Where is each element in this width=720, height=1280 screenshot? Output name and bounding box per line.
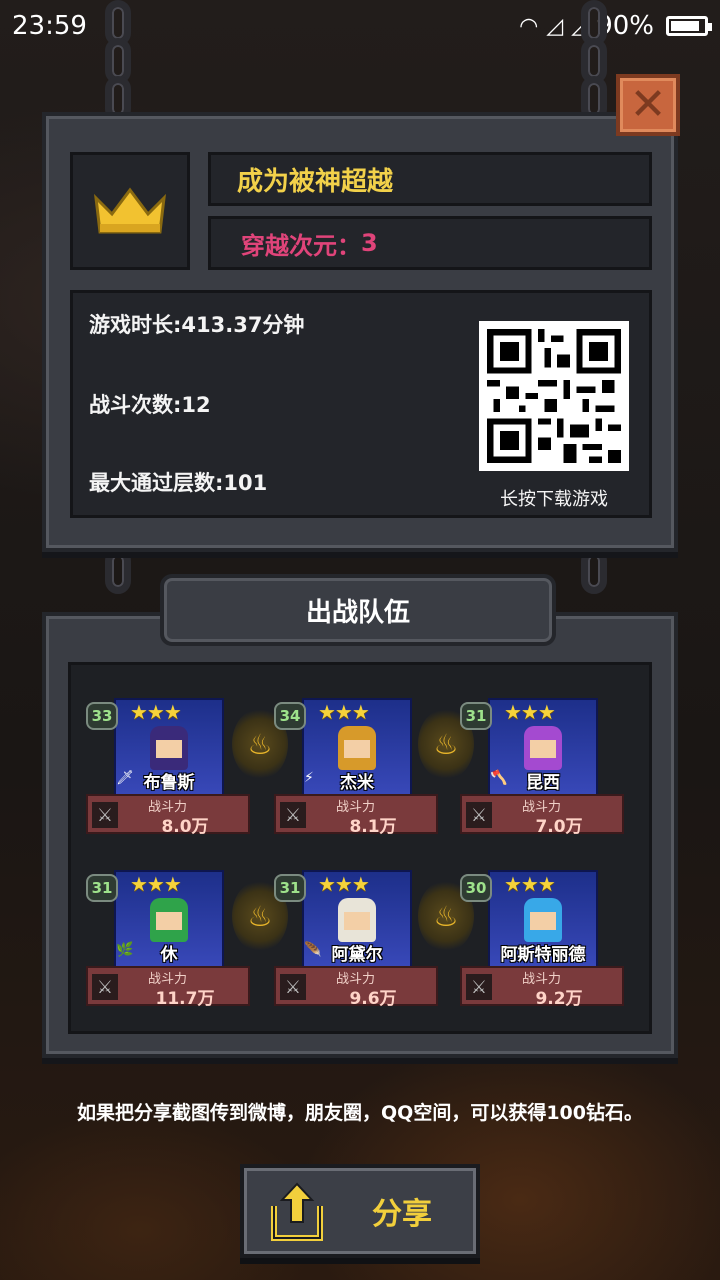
- signal-icon: ◿: [546, 13, 564, 39]
- chain-left-lower: [100, 548, 136, 594]
- hero-name: 杰米: [340, 773, 374, 793]
- hero-level: 34: [274, 702, 306, 730]
- chain-left: [100, 0, 136, 122]
- hero-level: 31: [274, 874, 306, 902]
- hero-stars: ★★★: [504, 872, 556, 896]
- battery-icon: [666, 16, 712, 36]
- battle-count: 战斗次数:12: [89, 393, 211, 417]
- power-bar: ⚔ 战斗力 9.2万: [460, 966, 624, 1009]
- power-bar: ⚔ 战斗力 11.7万: [86, 966, 250, 1009]
- hero-card[interactable]: 31 ★★★ 🌿 休 ⚔ 战斗力 11.7万: [86, 870, 254, 1010]
- crossed-swords-icon: ⚔: [466, 974, 492, 1000]
- power-value: 11.7万: [155, 989, 215, 1009]
- hero-card[interactable]: 31 ★★★ 🪓 昆西 ⚔ 战斗力 7.0万: [460, 698, 628, 838]
- class-icon: 🌿: [116, 942, 134, 958]
- wifi-icon: ◠: [519, 13, 539, 39]
- power-bar: ⚔ 战斗力 8.0万: [86, 794, 250, 837]
- hero-stars: ★★★: [130, 700, 182, 724]
- share-note: 如果把分享截图传到微博，朋友圈，QQ空间，可以获得100钻石。: [77, 1102, 643, 1124]
- dimension-label: 穿越次元：: [241, 231, 361, 260]
- dimension-value: 3: [361, 229, 378, 257]
- power-value: 8.1万: [349, 817, 397, 837]
- status-time: 23:59: [12, 11, 87, 41]
- hero-name: 阿斯特丽德: [500, 945, 586, 965]
- class-icon: 🪓: [490, 770, 508, 786]
- crossed-swords-icon: ⚔: [92, 802, 118, 828]
- close-button[interactable]: ✕: [616, 74, 680, 136]
- power-value: 9.6万: [349, 989, 397, 1009]
- hero-level: 30: [460, 874, 492, 902]
- team-header: 出战队伍: [160, 574, 556, 646]
- chain-right-lower: [576, 548, 612, 594]
- hero-card[interactable]: 31 ★★★ 🪶 阿黛尔 ⚔ 战斗力 9.6万: [274, 870, 442, 1010]
- hero-level: 31: [460, 702, 492, 730]
- share-label: 分享: [372, 1197, 432, 1232]
- hero-card[interactable]: 34 ★★★ ⚡ 杰米 ⚔ 战斗力 8.1万: [274, 698, 442, 838]
- qr-code[interactable]: [479, 321, 629, 471]
- share-icon: [271, 1182, 323, 1241]
- hero-card[interactable]: 30 ★★★ 阿斯特丽德 ⚔ 战斗力 9.2万: [460, 870, 628, 1010]
- max-floor: 最大通过层数:101: [89, 471, 268, 495]
- dimension-row: 穿越次元： 3: [208, 216, 652, 270]
- power-value: 8.0万: [161, 817, 209, 837]
- crown-icon: [94, 187, 166, 234]
- crossed-swords-icon: ⚔: [280, 974, 306, 1000]
- hero-stars: ★★★: [504, 700, 556, 724]
- hero-stars: ★★★: [318, 700, 370, 724]
- close-icon: ✕: [629, 79, 667, 130]
- crown-box: [70, 152, 190, 270]
- share-button[interactable]: 分享: [240, 1164, 480, 1258]
- hero-stars: ★★★: [130, 872, 182, 896]
- power-value: 9.2万: [535, 989, 583, 1009]
- hero-level: 33: [86, 702, 118, 730]
- chain-right: [576, 0, 612, 122]
- power-bar: ⚔ 战斗力 8.1万: [274, 794, 438, 837]
- hero-level: 31: [86, 874, 118, 902]
- hero-card[interactable]: 33 ★★★ 🗡 布鲁斯 ⚔ 战斗力 8.0万: [86, 698, 254, 838]
- crossed-swords-icon: ⚔: [466, 802, 492, 828]
- play-time: 游戏时长:413.37分钟: [89, 313, 305, 337]
- hero-stars: ★★★: [318, 872, 370, 896]
- achievement-title: 成为被神超越: [208, 152, 652, 206]
- class-icon: 🗡: [116, 770, 134, 786]
- class-icon: 🪶: [304, 942, 322, 958]
- power-bar: ⚔ 战斗力 9.6万: [274, 966, 438, 1009]
- class-icon: ⚡: [304, 770, 314, 786]
- power-bar: ⚔ 战斗力 7.0万: [460, 794, 624, 837]
- stats-box: 游戏时长:413.37分钟 战斗次数:12 最大通过层数:101 长按下载游戏: [70, 290, 652, 518]
- power-value: 7.0万: [535, 817, 583, 837]
- crossed-swords-icon: ⚔: [92, 974, 118, 1000]
- qr-caption: 长按下载游戏: [500, 489, 608, 510]
- crossed-swords-icon: ⚔: [280, 802, 306, 828]
